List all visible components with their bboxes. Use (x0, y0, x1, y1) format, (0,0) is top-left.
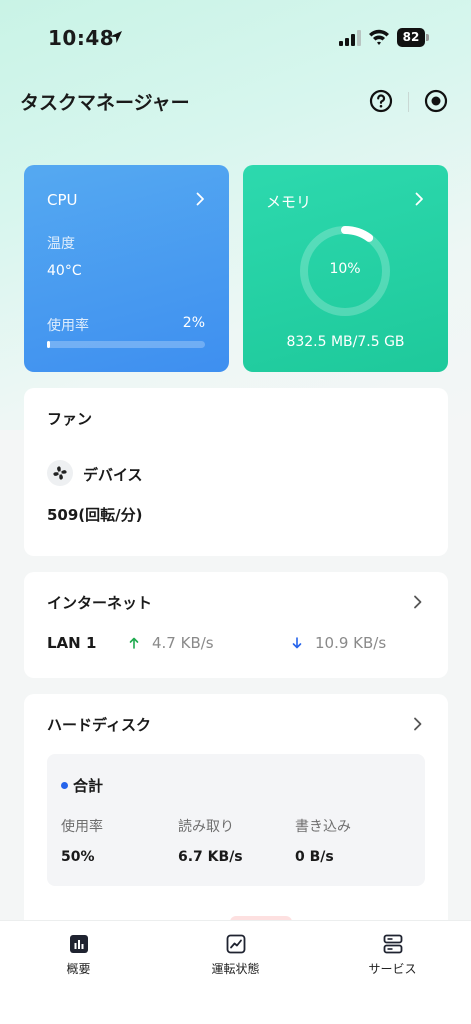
tab-label: 概要 (66, 962, 91, 976)
chevron-right-icon (414, 717, 422, 731)
upload-arrow-icon (129, 637, 139, 649)
disk-read-label: 読み取り (178, 819, 234, 835)
internet-title: インターネット (47, 594, 153, 612)
disk-write-value: 0 B/s (295, 849, 334, 865)
cpu-usage-value: 2% (182, 315, 205, 331)
tab-services[interactable]: サービス (314, 921, 471, 991)
fan-device-label: デバイス (83, 466, 143, 484)
wifi-icon (369, 29, 389, 45)
lan-name: LAN 1 (47, 634, 97, 652)
cpu-temp-label: 温度 (47, 236, 75, 252)
download-speed: 10.9 KB/s (315, 634, 387, 652)
server-icon (383, 934, 403, 954)
battery-indicator: 82 (397, 28, 429, 47)
tab-label: サービス (368, 962, 417, 976)
memory-detail: 832.5 MB/7.5 GB (286, 334, 405, 350)
disk-summary-panel: 合計 使用率 50% 読み取り 6.7 KB/s 書き込み 0 B/s (47, 754, 425, 886)
bar-chart-icon (70, 935, 88, 953)
fan-card: ファン デバイス 509(回転/分) (24, 388, 448, 556)
bottom-tab-bar: 概要 運転状態 サービス (0, 920, 471, 1024)
hard-disk-card[interactable]: ハードディスク 合計 使用率 50% 読み取り 6.7 KB/s 書き込み 0 … (24, 694, 448, 934)
disk-usage-value: 50% (61, 849, 95, 865)
fan-speed: 509(回転/分) (47, 506, 143, 524)
internet-card[interactable]: インターネット LAN 1 4.7 KB/s 10.9 KB/s (24, 572, 448, 678)
chevron-right-icon (196, 192, 204, 206)
fan-title: ファン (47, 410, 93, 428)
help-icon[interactable] (369, 89, 393, 113)
status-bar: 10:48 82 (0, 0, 471, 70)
disk-usage-label: 使用率 (61, 819, 103, 835)
bullet-dot (61, 782, 68, 789)
app-header: タスクマネージャー (0, 80, 471, 124)
download-arrow-icon (292, 637, 302, 649)
upload-speed: 4.7 KB/s (152, 634, 214, 652)
target-icon[interactable] (424, 89, 448, 113)
chevron-right-icon (415, 192, 423, 206)
tab-label: 運転状態 (211, 962, 260, 976)
hard-disk-title: ハードディスク (47, 716, 151, 734)
cpu-temp-value: 40°C (47, 263, 82, 279)
memory-percent: 10% (329, 261, 361, 277)
memory-card[interactable]: メモリ 10% 832.5 MB/7.5 GB (243, 165, 448, 372)
tab-overview[interactable]: 概要 (0, 921, 157, 991)
fan-icon-badge (47, 460, 73, 486)
cellular-signal-icon (339, 30, 361, 46)
cpu-usage-bar-fill (47, 341, 51, 348)
status-time: 10:48 (48, 26, 115, 50)
cpu-card[interactable]: CPU 温度 40°C 使用率 2% (24, 165, 229, 372)
disk-write-label: 書き込み (295, 819, 351, 835)
header-divider (408, 92, 409, 112)
chevron-right-icon (414, 595, 422, 609)
cpu-usage-bar (47, 341, 205, 348)
disk-summary-label: 合計 (73, 777, 104, 795)
cpu-title: CPU (47, 191, 78, 209)
battery-cap (426, 34, 429, 41)
location-arrow-icon (110, 31, 122, 43)
page-title: タスクマネージャー (20, 92, 190, 114)
cpu-usage-label: 使用率 (47, 318, 89, 334)
battery-level: 82 (397, 28, 425, 47)
memory-title: メモリ (266, 193, 312, 211)
tab-running-status[interactable]: 運転状態 (157, 921, 314, 991)
disk-read-value: 6.7 KB/s (178, 849, 243, 865)
line-chart-icon (226, 934, 246, 954)
fan-icon (53, 466, 67, 480)
